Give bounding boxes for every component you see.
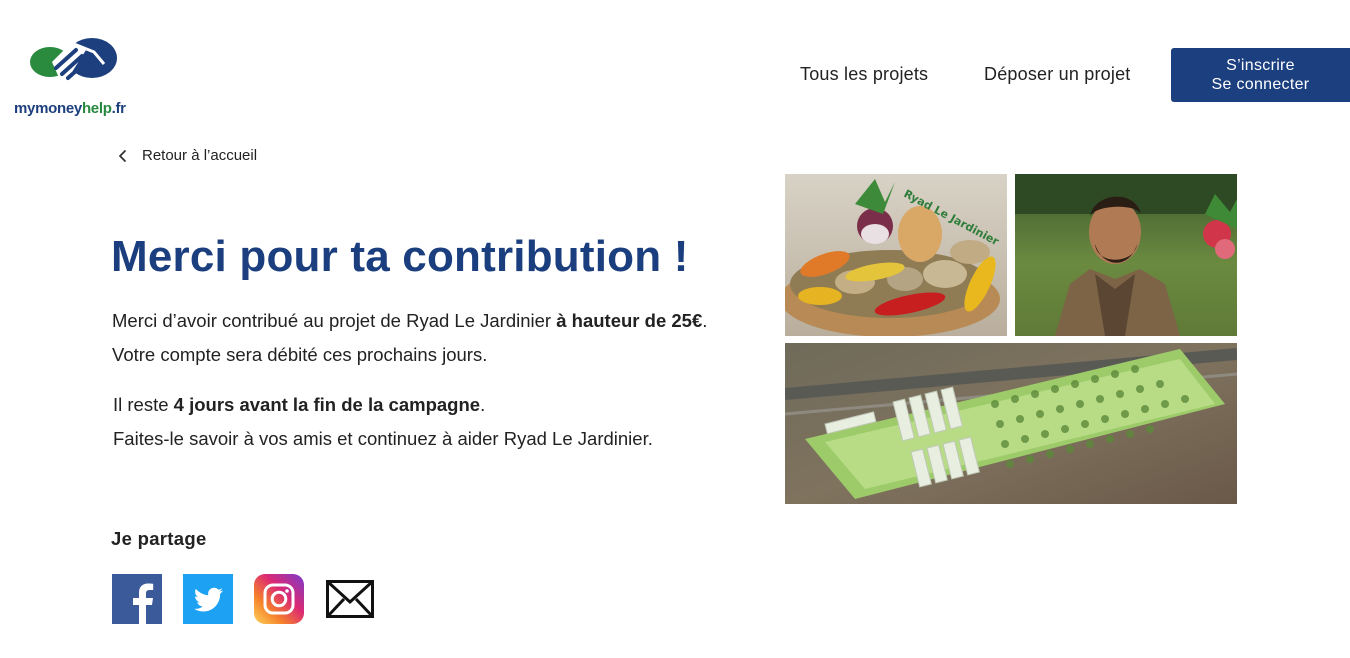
campaign-remaining-days: 4 jours avant la fin de la campagne bbox=[173, 394, 481, 415]
twitter-icon[interactable] bbox=[183, 574, 233, 624]
campaign-text: Il reste bbox=[113, 394, 174, 415]
instagram-icon[interactable] bbox=[254, 574, 304, 624]
logo-text-part-tld: .fr bbox=[111, 100, 126, 117]
debit-notice: Votre compte sera débité ces prochains j… bbox=[112, 344, 488, 365]
facebook-icon[interactable] bbox=[112, 574, 162, 624]
contribution-message: Merci d’avoir contribué au projet de Rya… bbox=[112, 304, 707, 372]
back-link-label: Retour à l’accueil bbox=[142, 147, 258, 164]
logo-text-part-help: help bbox=[81, 100, 112, 117]
project-photo-collage: Ryad Le Jardinier bbox=[785, 174, 1237, 504]
logo-text: mymoneyhelp.fr bbox=[14, 100, 126, 117]
login-link[interactable]: Se connecter bbox=[1212, 75, 1310, 94]
contribution-amount: à hauteur de 25€ bbox=[556, 310, 703, 331]
contribution-period: . bbox=[702, 310, 708, 331]
nav-submit-project[interactable]: Déposer un projet bbox=[984, 64, 1131, 85]
email-icon[interactable] bbox=[325, 574, 375, 624]
collage-image: Ryad Le Jardinier bbox=[785, 174, 1237, 504]
campaign-period: . bbox=[480, 394, 486, 415]
logo-text-part-mymoney: mymoney bbox=[14, 100, 82, 117]
share-icons bbox=[112, 574, 375, 624]
nav-all-projects[interactable]: Tous les projets bbox=[800, 64, 928, 85]
campaign-message: Il reste 4 jours avant la fin de la camp… bbox=[113, 388, 653, 456]
share-title: Je partage bbox=[111, 528, 207, 549]
campaign-line-1: Il reste 4 jours avant la fin de la camp… bbox=[113, 388, 653, 422]
back-to-home-link[interactable]: Retour à l’accueil bbox=[117, 147, 257, 164]
vegetables-basket-photo: Ryad Le Jardinier bbox=[785, 174, 1007, 337]
auth-button[interactable]: S’inscrire Se connecter bbox=[1171, 48, 1350, 102]
gardener-portrait-photo bbox=[1015, 174, 1237, 336]
signup-link[interactable]: S’inscrire bbox=[1226, 56, 1295, 75]
aerial-farm-photo bbox=[785, 343, 1237, 504]
contribution-text: Merci d’avoir contribué au projet de Rya… bbox=[112, 310, 557, 331]
page-title: Merci pour ta contribution ! bbox=[111, 232, 689, 281]
share-encouragement: Faites-le savoir à vos amis et continuez… bbox=[113, 428, 653, 449]
contribution-line-1: Merci d’avoir contribué au projet de Rya… bbox=[112, 304, 707, 338]
chevron-left-icon bbox=[119, 149, 126, 162]
handshake-icon bbox=[30, 38, 117, 80]
site-logo[interactable]: mymoneyhelp.fr bbox=[12, 32, 142, 122]
